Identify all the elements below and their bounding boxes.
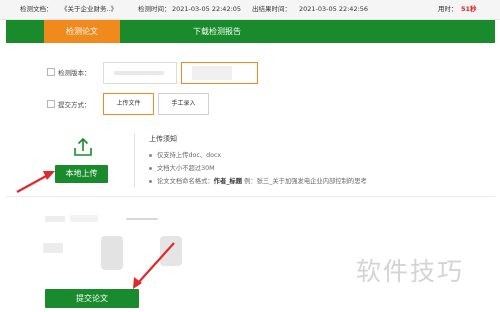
- annotation-arrows: [16, 171, 175, 289]
- arrow-to-submit: [133, 242, 175, 289]
- arrow-to-upload: [16, 171, 55, 193]
